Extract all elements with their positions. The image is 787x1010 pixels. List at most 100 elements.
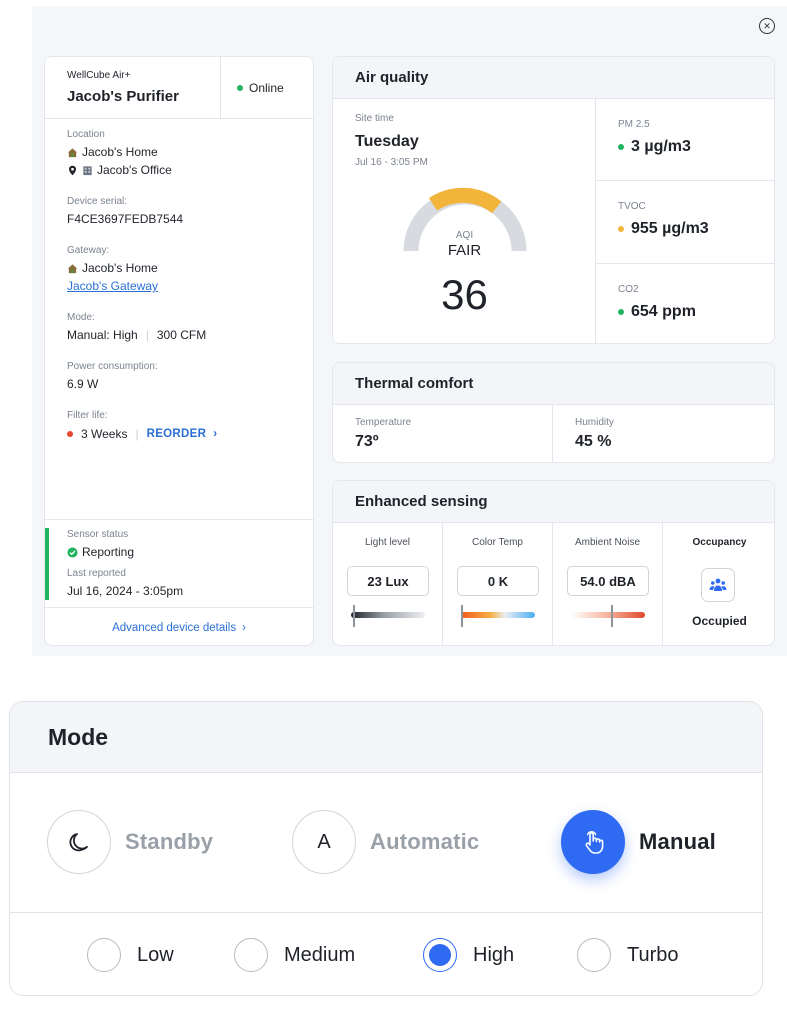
serial-label: Device serial: <box>67 196 128 207</box>
sensor-status: Reporting <box>67 545 134 559</box>
aqi-section: Site time Tuesday Jul 16 - 3:05 PM AQI F… <box>333 99 596 343</box>
last-reported: Jul 16, 2024 - 3:05pm <box>67 584 184 598</box>
color-temp-bar <box>461 612 535 618</box>
last-reported-label: Last reported <box>67 568 126 579</box>
location-home: Jacob's Home <box>67 145 158 159</box>
location-label: Location <box>67 129 105 140</box>
mode-manual-option[interactable]: Manual <box>561 810 716 874</box>
air-quality-card: Air quality Site time Tuesday Jul 16 - 3… <box>332 56 775 344</box>
location-office: Jacob's Office <box>67 163 172 177</box>
site-date: Jul 16 - 3:05 PM <box>355 157 428 168</box>
separator: | <box>145 328 149 342</box>
mode-standby-label: Standby <box>125 829 214 854</box>
aqi-label: AQI <box>455 230 474 241</box>
metric-label: CO2 <box>618 284 639 295</box>
check-circle-icon <box>67 546 78 558</box>
speed-medium-label: Medium <box>284 943 356 966</box>
speed-turbo-label: Turbo <box>627 943 679 966</box>
metric-value-text: 955 µg/m3 <box>631 220 709 237</box>
advanced-device-details-link[interactable]: Advanced device details › <box>45 607 313 645</box>
speed-high-label: High <box>473 943 515 966</box>
status-indicator-bar <box>45 528 49 600</box>
speed-low-option[interactable]: Low <box>87 938 174 972</box>
location-home-text: Jacob's Home <box>82 145 158 159</box>
metric-co2: CO2 654 ppm <box>596 264 774 343</box>
humidity-cell: Humidity 45 % <box>553 405 774 462</box>
mode-options: Standby A Automatic Manual <box>10 774 762 913</box>
speed-high-option[interactable]: High <box>423 938 514 972</box>
filter-status-dot-icon <box>67 431 73 437</box>
gateway-link[interactable]: Jacob's Gateway <box>67 279 158 293</box>
mode-automatic-option[interactable]: A Automatic <box>292 810 479 874</box>
speed-low-radio[interactable] <box>87 938 121 972</box>
color-temp-label: Color Temp <box>472 537 523 548</box>
enhanced-sensing-card: Enhanced sensing Light level 23 Lux Colo… <box>332 480 775 646</box>
reorder-link[interactable]: REORDER › <box>147 428 218 440</box>
mode-standby-option[interactable]: Standby <box>47 810 213 874</box>
fan-speed-options: Low Medium High Turbo <box>10 914 762 995</box>
light-level-bar <box>351 612 425 618</box>
color-temp-marker <box>461 605 463 627</box>
metric-label: PM 2.5 <box>618 119 650 130</box>
filter-life: 3 Weeks | REORDER › <box>67 427 217 441</box>
online-status-label: Online <box>249 81 284 95</box>
gateway-home: Jacob's Home <box>67 261 158 275</box>
speed-medium-radio[interactable] <box>234 938 268 972</box>
radio-selected-dot <box>429 944 451 966</box>
aqi-value: 36 <box>441 271 488 318</box>
header-divider <box>220 57 221 119</box>
mode-panel: Mode Standby A Automatic Manual Low Medi… <box>9 701 763 996</box>
sensor-status-label: Sensor status <box>67 529 129 540</box>
metric-value: 3 µg/m3 <box>618 138 691 156</box>
device-mode: Manual: High | 300 CFM <box>67 328 206 342</box>
temperature-value: 73º <box>355 433 379 450</box>
enhanced-sensing-title: Enhanced sensing <box>333 481 774 523</box>
ambient-noise-marker <box>611 605 613 627</box>
metric-pm25: PM 2.5 3 µg/m3 <box>596 99 774 181</box>
device-info-card: WellCube Air+ Jacob's Purifier Online Lo… <box>44 56 314 646</box>
speed-medium-option[interactable]: Medium <box>234 938 355 972</box>
occupancy-icon-button[interactable] <box>701 568 735 602</box>
color-temp-cell: Color Temp 0 K <box>443 523 553 645</box>
mode-standby-circle[interactable] <box>47 810 111 874</box>
device-name: Jacob's Purifier <box>67 88 179 105</box>
mode-cfm: 300 CFM <box>156 328 207 342</box>
status-dot-icon <box>237 85 243 91</box>
humidity-label: Humidity <box>575 417 614 428</box>
humidity-value: 45 % <box>575 433 612 450</box>
speed-turbo-radio[interactable] <box>577 938 611 972</box>
occupancy-value: Occupied <box>692 614 747 628</box>
speed-low-label: Low <box>137 943 174 966</box>
sensor-status-text: Reporting <box>82 545 135 559</box>
thermal-comfort-title: Thermal comfort <box>333 363 774 405</box>
device-model: WellCube Air+ <box>67 70 131 81</box>
metric-status-dot-icon <box>618 309 624 315</box>
light-level-cell: Light level 23 Lux <box>333 523 443 645</box>
temperature-label: Temperature <box>355 417 412 428</box>
letter-a-icon: A <box>317 830 331 853</box>
light-level-value: 23 Lux <box>347 566 429 596</box>
metric-value-text: 3 µg/m3 <box>631 138 691 155</box>
chevron-right-icon: › <box>213 428 218 440</box>
filter-label: Filter life: <box>67 410 108 421</box>
ambient-noise-cell: Ambient Noise 54.0 dBA <box>553 523 663 645</box>
mode-label: Mode: <box>67 312 95 323</box>
mode-manual-circle[interactable] <box>561 810 625 874</box>
house-icon <box>67 147 78 157</box>
speed-high-radio[interactable] <box>423 938 457 972</box>
mode-automatic-label: Automatic <box>370 829 480 854</box>
reorder-text: REORDER <box>146 428 207 440</box>
speed-turbo-option[interactable]: Turbo <box>577 938 679 972</box>
advanced-text: Advanced device details <box>112 621 237 634</box>
people-group-icon <box>709 578 727 591</box>
map-pin-icon <box>69 165 76 175</box>
air-quality-title: Air quality <box>333 57 774 99</box>
separator: | <box>135 427 139 441</box>
site-day: Tuesday <box>355 133 419 150</box>
thermal-comfort-card: Thermal comfort Temperature 73º Humidity… <box>332 362 775 463</box>
online-status: Online <box>237 81 284 95</box>
mode-manual-label: Manual <box>639 829 716 854</box>
color-temp-value: 0 K <box>457 566 539 596</box>
close-icon[interactable]: ✕ <box>759 18 775 34</box>
mode-automatic-circle[interactable]: A <box>292 810 356 874</box>
